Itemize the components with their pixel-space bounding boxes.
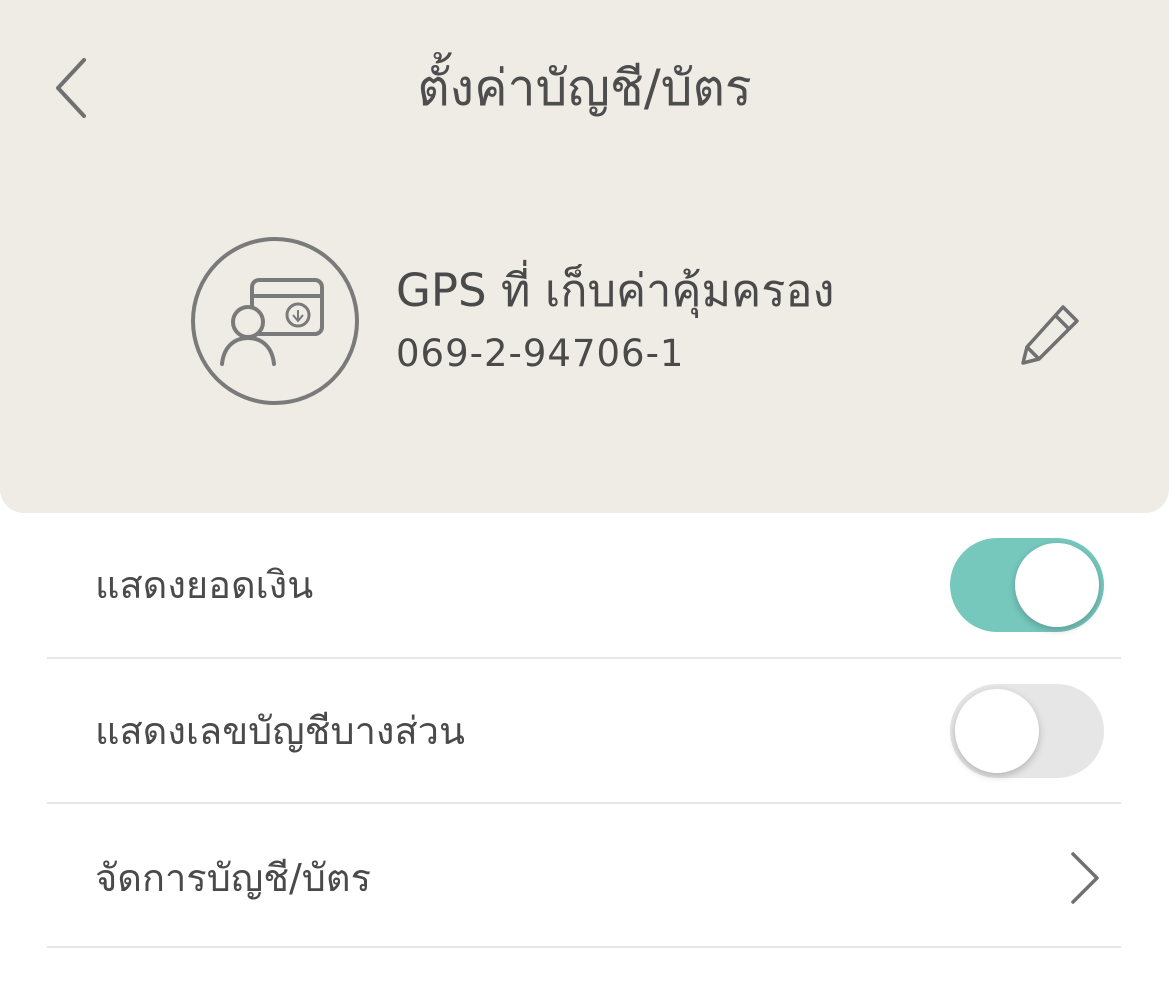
- partial-account-number-label: แสดงเลขบัญชีบางส่วน: [95, 709, 465, 753]
- account-name: GPS ที่ เก็บค่าคุ้มครอง: [396, 264, 835, 317]
- edit-button[interactable]: [1010, 296, 1090, 372]
- show-balance-toggle[interactable]: [950, 538, 1104, 632]
- account-number: 069-2-94706-1: [396, 332, 685, 375]
- account-card-icon: [191, 237, 359, 405]
- page-title: ตั้งค่าบัญชี/บัตร: [417, 59, 752, 117]
- header-panel: ตั้งค่าบัญชี/บัตร GPS ที่ เก็บค่าคุ้มครอ…: [0, 0, 1169, 513]
- settings-row-show-balance: แสดงยอดเงิน: [47, 513, 1121, 659]
- chevron-right-icon: [1071, 852, 1099, 904]
- settings-screen: ตั้งค่าบัญชี/บัตร GPS ที่ เก็บค่าคุ้มครอ…: [0, 0, 1169, 1000]
- show-balance-label: แสดงยอดเงิน: [95, 563, 314, 607]
- settings-row-manage-accounts[interactable]: จัดการบัญชี/บัตร: [47, 804, 1121, 948]
- settings-row-partial-account-number: แสดงเลขบัญชีบางส่วน: [47, 659, 1121, 804]
- partial-account-number-toggle[interactable]: [950, 684, 1104, 778]
- toggle-knob: [955, 689, 1039, 773]
- manage-accounts-label: จัดการบัญชี/บัตร: [95, 856, 372, 900]
- toggle-knob: [1015, 543, 1099, 627]
- pencil-icon: [1021, 305, 1079, 365]
